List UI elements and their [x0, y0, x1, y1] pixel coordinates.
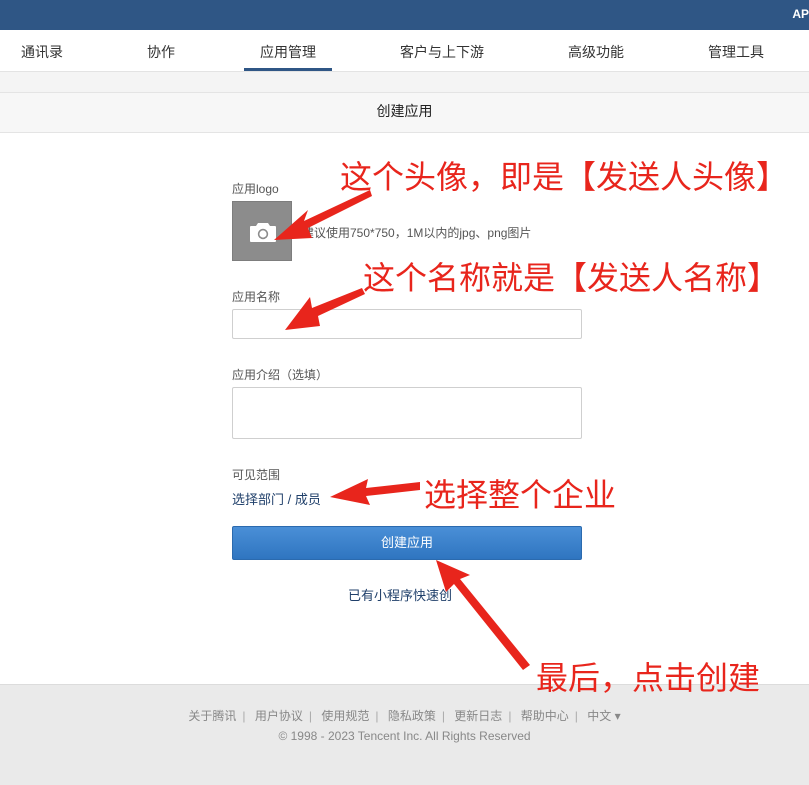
annotation-avatar: 这个头像，即是【发送人头像】 — [340, 158, 789, 196]
copyright: © 1998 - 2023 Tencent Inc. All Rights Re… — [278, 729, 531, 743]
arrow-to-create-button — [436, 560, 530, 670]
annotation-name: 这个名称就是【发送人名称】 — [363, 259, 780, 297]
footer-link-changelog[interactable]: 更新日志 — [454, 709, 502, 723]
tab-collaboration[interactable]: 协作 — [147, 42, 175, 62]
create-app-button[interactable]: 创建应用 — [232, 526, 582, 560]
logo-upload[interactable] — [232, 201, 292, 261]
header-right-text[interactable]: AP — [792, 7, 809, 21]
logo-label: 应用logo — [232, 182, 279, 196]
tab-contacts[interactable]: 通讯录 — [21, 42, 63, 62]
language-selector[interactable]: 中文 ▾ — [587, 709, 620, 723]
arrow-to-scope-link — [330, 479, 420, 505]
tab-advanced-features[interactable]: 高级功能 — [568, 42, 624, 62]
footer: 关于腾讯 | 用户协议 | 使用规范 | 隐私政策 | 更新日志 | 帮助中心 | 中文 ▾… — [0, 684, 809, 785]
tab-admin-tools[interactable]: 管理工具 — [708, 42, 764, 62]
mini-program-link[interactable]: 已有小程序快速创 — [348, 585, 452, 604]
footer-link-about[interactable]: 关于腾讯 — [188, 709, 236, 723]
logo-hint: 建议使用750*750，1M以内的jpg、png图片 — [302, 226, 532, 240]
annotation-create: 最后，点击创建 — [536, 659, 761, 697]
main-navigation: 通讯录 协作 应用管理 客户与上下游 高级功能 管理工具 — [0, 30, 809, 72]
footer-links: 关于腾讯 | 用户协议 | 使用规范 | 隐私政策 | 更新日志 | 帮助中心 | 中文 ▾ — [188, 709, 621, 723]
name-label: 应用名称 — [232, 290, 281, 304]
footer-link-help[interactable]: 帮助中心 — [521, 709, 569, 723]
tab-app-management[interactable]: 应用管理 — [244, 42, 332, 71]
top-header-bar: AP — [0, 0, 809, 30]
intro-label: 应用介绍（选填） — [232, 368, 329, 382]
annotation-scope: 选择整个企业 — [424, 476, 617, 514]
tab-customers-partners[interactable]: 客户与上下游 — [400, 42, 484, 62]
camera-icon — [250, 223, 276, 242]
footer-link-privacy[interactable]: 隐私政策 — [388, 709, 436, 723]
page-title: 创建应用 — [0, 92, 809, 133]
header-gap — [0, 72, 809, 92]
app-intro-textarea[interactable] — [232, 387, 582, 439]
scope-label: 可见范围 — [232, 468, 281, 482]
select-scope-link[interactable]: 选择部门 / 成员 — [232, 489, 321, 508]
footer-link-terms[interactable]: 用户协议 — [255, 709, 303, 723]
app-name-input[interactable] — [232, 309, 582, 339]
footer-link-usage[interactable]: 使用规范 — [321, 709, 369, 723]
